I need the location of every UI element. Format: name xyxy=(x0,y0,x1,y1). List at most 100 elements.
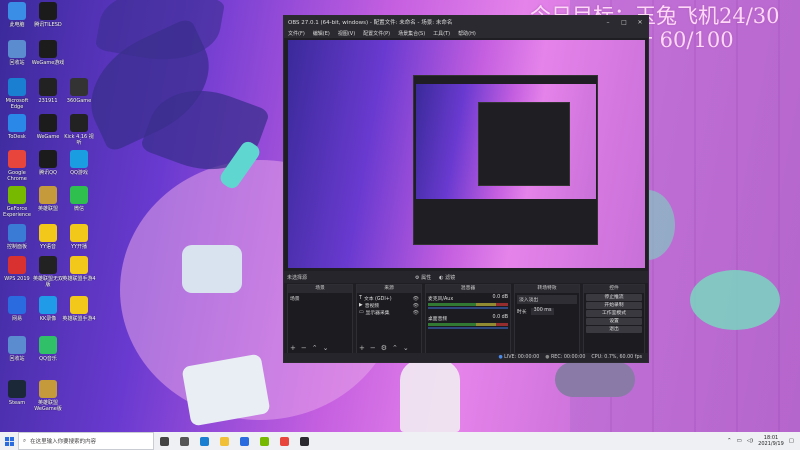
desktop-icon[interactable]: WeGame xyxy=(31,114,65,140)
volume-icon[interactable]: ◁) xyxy=(747,438,753,444)
desktop-icon-label: Google Chrome xyxy=(7,170,27,182)
menu-view[interactable]: 视图(V) xyxy=(338,30,355,37)
minimize-icon[interactable]: – xyxy=(600,19,616,26)
exit-button[interactable]: 退出 xyxy=(586,326,642,333)
source-item[interactable]: ▶ 音视频 👁 xyxy=(359,302,419,310)
visibility-icon[interactable]: 👁 xyxy=(413,310,419,316)
taskbar-app[interactable] xyxy=(294,432,314,450)
desktop-icon[interactable]: 231911 xyxy=(31,78,65,104)
desktop-icon-label: 回收站 xyxy=(9,60,25,66)
desktop-icon-label: Steam xyxy=(8,400,26,406)
menu-scene-collection[interactable]: 场景集合(S) xyxy=(398,30,425,37)
taskbar-app[interactable] xyxy=(254,432,274,450)
desktop-icon[interactable]: GeForce Experience xyxy=(0,186,34,218)
studio-mode-button[interactable]: 工作室模式 xyxy=(586,310,642,317)
desktop-icon[interactable]: Steam xyxy=(0,380,34,406)
menu-file[interactable]: 文件(F) xyxy=(288,30,305,37)
obs-preview-canvas[interactable] xyxy=(288,40,645,268)
desktop-icon[interactable]: 英雄联盟 xyxy=(31,186,65,212)
sources-dock: 来源 T 文本 (GDI+) 👁 ▶ 音视频 👁 ▭ 显示器采集 👁 + − ⚙ ⌃ ⌄ xyxy=(356,284,422,354)
source-item[interactable]: ▭ 显示器采集 👁 xyxy=(359,309,419,317)
obs-icon xyxy=(299,436,309,446)
add-scene-icon[interactable]: + xyxy=(290,344,296,352)
menu-tools[interactable]: 工具(T) xyxy=(433,30,450,37)
network-icon[interactable]: ▭ xyxy=(737,438,742,444)
menu-profile[interactable]: 配置文件(P) xyxy=(363,30,390,37)
taskbar-app[interactable] xyxy=(154,432,174,450)
desktop-icon[interactable]: 网易 xyxy=(0,296,34,322)
obs-titlebar[interactable]: OBS 27.0.1 (64-bit, windows) - 配置文件: 未命名… xyxy=(284,16,648,28)
remove-scene-icon[interactable]: − xyxy=(301,344,307,352)
desktop-icon[interactable]: 英雄联盟手游4 xyxy=(62,296,96,322)
notification-chevron-icon[interactable]: ⌃ xyxy=(727,438,732,444)
desktop-icon[interactable]: YY开播 xyxy=(62,224,96,250)
taskbar-app[interactable] xyxy=(234,432,254,450)
desktop-icon[interactable]: WPS 2019 xyxy=(0,256,34,282)
cpu-status: CPU: 0.7%, 60.00 fps xyxy=(591,355,642,360)
desktop-icon[interactable]: YY语音 xyxy=(31,224,65,250)
visibility-icon[interactable]: 👁 xyxy=(413,296,419,302)
taskbar-app[interactable] xyxy=(194,432,214,450)
taskbar-app[interactable] xyxy=(274,432,294,450)
maximize-icon[interactable]: □ xyxy=(616,19,632,26)
visibility-icon[interactable]: 👁 xyxy=(413,303,419,309)
add-source-icon[interactable]: + xyxy=(359,344,365,352)
search-placeholder: 在这里输入你要搜索的内容 xyxy=(30,439,97,445)
start-button[interactable] xyxy=(0,432,18,450)
notifications-icon[interactable]: ▢ xyxy=(789,438,794,444)
live-status: ● LIVE: 00:00:00 xyxy=(498,355,540,360)
scenes-dock-title: 场景 xyxy=(288,285,352,293)
transition-select[interactable]: 淡入淡出 xyxy=(517,295,577,304)
desktop-icon[interactable]: 英雄联盟无双版 xyxy=(31,256,65,288)
desktop-icon[interactable]: 英雄联盟 WeGame版 xyxy=(31,380,65,412)
desktop-icon[interactable]: 回收站 xyxy=(0,336,34,362)
menu-edit[interactable]: 编辑(E) xyxy=(313,30,330,37)
desktop-icon[interactable]: Google Chrome xyxy=(0,150,34,182)
settings-button[interactable]: 设置 xyxy=(586,318,642,325)
source-settings-icon[interactable]: ⚙ xyxy=(381,344,387,352)
desktop-icon[interactable]: QQ游戏 xyxy=(62,150,96,176)
close-icon[interactable]: ✕ xyxy=(632,19,648,26)
desktop-icon[interactable]: Kick 4.16 视听 xyxy=(62,114,96,146)
properties-button[interactable]: ⚙ 属性 xyxy=(415,274,431,281)
duration-input[interactable]: 300 ms xyxy=(530,308,555,315)
desktop-icon[interactable]: Microsoft Edge xyxy=(0,78,34,110)
desktop-icon[interactable]: 腾讯TILESD xyxy=(31,2,65,28)
move-up-icon[interactable]: ⌃ xyxy=(312,344,318,352)
desktop-icon[interactable]: 腾讯QQ xyxy=(31,150,65,176)
lol-icon xyxy=(39,186,57,204)
steam-icon xyxy=(8,380,26,398)
source-item[interactable]: T 文本 (GDI+) 👁 xyxy=(359,295,419,303)
move-up-icon[interactable]: ⌃ xyxy=(392,344,398,352)
taskbar-app[interactable] xyxy=(174,432,194,450)
start-recording-button[interactable]: 开始录制 xyxy=(586,302,642,309)
no-source-selected-label: 未选择源 xyxy=(287,274,308,281)
scene-item[interactable]: 场景 xyxy=(290,295,350,302)
desktop-icon[interactable]: 英雄联盟手游4 xyxy=(62,256,96,282)
volume-slider[interactable] xyxy=(428,327,508,329)
game-icon xyxy=(70,256,88,274)
volume-slider[interactable] xyxy=(428,307,508,309)
desktop-icon[interactable]: WeGame游戏 xyxy=(31,40,65,66)
desktop-icon[interactable]: 回收站 xyxy=(0,40,34,66)
menu-help[interactable]: 帮助(H) xyxy=(458,30,476,37)
desktop-icon[interactable]: KK录像 xyxy=(31,296,65,322)
desktop-icon[interactable]: 控制面板 xyxy=(0,224,34,250)
move-down-icon[interactable]: ⌄ xyxy=(403,344,409,352)
yy-icon xyxy=(39,224,57,242)
taskbar-app[interactable] xyxy=(214,432,234,450)
filters-button[interactable]: ◐ 滤镜 xyxy=(439,274,455,281)
desktop-icon[interactable]: ToDesk xyxy=(0,114,34,140)
desktop-icon[interactable]: QQ音乐 xyxy=(31,336,65,362)
desktop-icon[interactable]: 微信 xyxy=(62,186,96,212)
desktop-icon-label: GeForce Experience xyxy=(3,206,31,218)
taskbar-clock[interactable]: 18:01 2021/9/19 xyxy=(758,435,784,447)
move-down-icon[interactable]: ⌄ xyxy=(323,344,329,352)
remove-source-icon[interactable]: − xyxy=(370,344,376,352)
controls-dock-title: 控件 xyxy=(584,285,644,293)
stop-streaming-button[interactable]: 停止推流 xyxy=(586,294,642,301)
taskbar-search-input[interactable]: ⌕ 在这里输入你要搜索的内容 xyxy=(18,432,154,450)
desktop-icon[interactable]: 此电脑 xyxy=(0,2,34,28)
obs-window[interactable]: OBS 27.0.1 (64-bit, windows) - 配置文件: 未命名… xyxy=(283,15,649,363)
desktop-icon[interactable]: 360Game xyxy=(62,78,96,104)
